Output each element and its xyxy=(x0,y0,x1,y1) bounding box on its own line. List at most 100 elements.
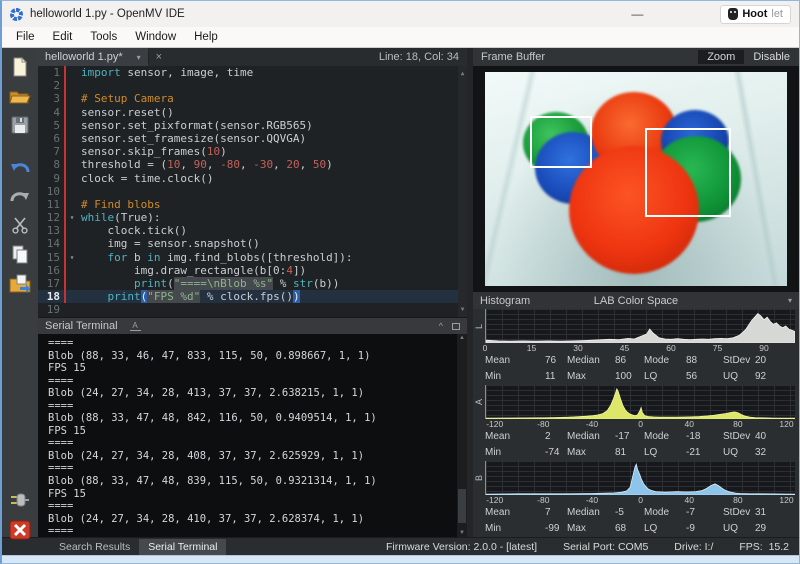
disable-button[interactable]: Disable xyxy=(744,50,799,64)
terminal-clear-icon[interactable]: A xyxy=(130,321,141,331)
frame-buffer-header: Frame Buffer Zoom Disable xyxy=(473,48,799,66)
hootlet-badge[interactable]: Hootlet xyxy=(720,5,791,24)
fold-marker-icon[interactable]: ▾ xyxy=(66,211,78,224)
colorspace-select[interactable]: LAB Color Space xyxy=(473,295,799,307)
code-token: ) xyxy=(220,145,227,158)
tab-helloworld[interactable]: helloworld 1.py* ▾ xyxy=(38,48,148,66)
code-line[interactable]: 3# Setup Camera xyxy=(38,92,458,105)
stat-value: -17 xyxy=(615,431,629,442)
code-token: , xyxy=(273,158,286,171)
editor-scrollbar[interactable]: ▲ ▼ xyxy=(458,66,467,317)
fold-marker-icon xyxy=(66,79,78,92)
stat-value: 86 xyxy=(615,355,626,366)
stat-value: -5 xyxy=(615,507,624,518)
axis-tick-label: 120 xyxy=(779,495,793,505)
code-line[interactable]: 2 xyxy=(38,79,458,92)
editor-column: helloworld 1.py* ▾ × Line: 18, Col: 34 1… xyxy=(38,48,467,537)
code-line[interactable]: 9clock = time.clock() xyxy=(38,172,458,185)
code-editor[interactable]: 1import sensor, image, time23# Setup Cam… xyxy=(38,66,467,317)
code-line[interactable]: 13 clock.tick() xyxy=(38,224,458,237)
tab-close-button[interactable]: × xyxy=(148,51,169,63)
menu-help[interactable]: Help xyxy=(185,31,227,43)
code-line[interactable]: 10 xyxy=(38,185,458,198)
code-line[interactable]: 6sensor.set_framesize(sensor.QQVGA) xyxy=(38,132,458,145)
line-number: 13 xyxy=(38,224,64,237)
cut-button[interactable] xyxy=(8,214,32,236)
fold-marker-icon[interactable]: ▾ xyxy=(66,251,78,264)
code-line[interactable]: 19 xyxy=(38,303,458,316)
stat-value: 29 xyxy=(755,523,766,534)
histogram-stats-row: Min-99Max68LQ-9UQ29 xyxy=(473,521,799,537)
histogram-area-svg xyxy=(486,385,795,419)
stop-x-icon xyxy=(9,520,31,540)
paste-icon xyxy=(9,274,31,293)
scrollbar-thumb[interactable] xyxy=(458,489,466,523)
code-line[interactable]: 4sensor.reset() xyxy=(38,106,458,119)
code-line[interactable]: 8threshold = (10, 90, -80, -30, 20, 50) xyxy=(38,158,458,171)
code-line[interactable]: 5sensor.set_pixformat(sensor.RGB565) xyxy=(38,119,458,132)
minimize-button[interactable]: — xyxy=(623,7,651,21)
line-number: 14 xyxy=(38,237,64,250)
code-line[interactable]: 15▾ for b in img.find_blobs([threshold])… xyxy=(38,251,458,264)
histogram-axis-ticks: -120-80-4004080120 xyxy=(485,419,795,429)
stat-value: -74 xyxy=(545,447,559,458)
scroll-up-icon[interactable]: ▲ xyxy=(457,335,467,341)
stop-script-button[interactable] xyxy=(8,519,32,541)
copy-icon xyxy=(11,245,29,264)
code-text: # Find blobs xyxy=(78,198,458,211)
open-file-button[interactable] xyxy=(8,85,32,107)
terminal-line: ==== xyxy=(48,337,457,350)
code-text: img = sensor.snapshot() xyxy=(78,237,458,250)
connect-button[interactable] xyxy=(8,490,32,512)
code-line[interactable]: 11 # Find blobs xyxy=(38,198,458,211)
code-line[interactable]: 14 img = sensor.snapshot() xyxy=(38,237,458,250)
tab-dropdown-caret-icon[interactable]: ▾ xyxy=(137,53,141,62)
menu-file[interactable]: File xyxy=(7,31,44,43)
code-token: 10 xyxy=(207,145,220,158)
code-line[interactable]: 12▾while(True): xyxy=(38,211,458,224)
stat-value: -21 xyxy=(686,447,700,458)
detach-panel-icon[interactable] xyxy=(452,323,460,330)
code-line[interactable]: 16 img.draw_rectangle(b[0:4]) xyxy=(38,264,458,277)
chevron-down-icon[interactable]: ▾ xyxy=(788,296,792,305)
stat-label: Mode xyxy=(644,355,669,366)
code-token: # Find blobs xyxy=(81,198,160,211)
menu-edit[interactable]: Edit xyxy=(44,31,82,43)
stat-value: 56 xyxy=(686,371,697,382)
scroll-down-icon[interactable]: ▼ xyxy=(461,303,465,316)
tab-serial-terminal[interactable]: Serial Terminal xyxy=(139,539,226,555)
redo-button[interactable] xyxy=(8,185,32,207)
menu-tools[interactable]: Tools xyxy=(81,31,126,43)
line-number: 16 xyxy=(38,264,64,277)
code-token: print xyxy=(108,290,141,303)
stat-value: 81 xyxy=(615,447,626,458)
menu-window[interactable]: Window xyxy=(126,31,185,43)
paste-button[interactable] xyxy=(8,272,32,294)
scroll-down-icon[interactable]: ▼ xyxy=(457,530,467,536)
save-icon xyxy=(11,116,29,134)
save-button[interactable] xyxy=(8,114,32,136)
undo-button[interactable] xyxy=(8,156,32,178)
code-token: str xyxy=(293,277,313,290)
code-line[interactable]: 1import sensor, image, time xyxy=(38,66,458,79)
histogram-group-b: B-120-80-4004080120Mean7Median-5Mode-7St… xyxy=(473,461,799,537)
collapse-panel-icon[interactable]: ^ xyxy=(439,321,443,331)
terminal-output: ====Blob (88, 33, 46, 47, 833, 115, 50, … xyxy=(38,334,457,537)
serial-terminal[interactable]: ====Blob (88, 33, 46, 47, 833, 115, 50, … xyxy=(38,334,467,537)
undo-icon xyxy=(9,159,31,175)
new-file-button[interactable] xyxy=(8,56,32,78)
scroll-up-icon[interactable]: ▲ xyxy=(461,67,465,80)
terminal-scrollbar[interactable]: ▲ ▼ xyxy=(457,334,467,537)
code-token xyxy=(81,251,108,264)
line-number: 11 xyxy=(38,198,64,211)
code-line[interactable]: 17 print("====\nBlob %s" % str(b)) xyxy=(38,277,458,290)
line-number: 3 xyxy=(38,92,64,105)
code-line[interactable]: 7sensor.skip_frames(10) xyxy=(38,145,458,158)
zoom-button[interactable]: Zoom xyxy=(698,50,744,64)
code-line[interactable]: 18 print("FPS %d" % clock.fps()) xyxy=(38,290,458,303)
terminal-line: Blob (88, 33, 46, 47, 833, 115, 50, 0.89… xyxy=(48,350,457,363)
axis-tick-label: 0 xyxy=(483,343,488,353)
tab-search-results[interactable]: Search Results xyxy=(50,539,139,555)
code-token: "====\nBlob %s" xyxy=(174,277,273,290)
copy-button[interactable] xyxy=(8,243,32,265)
